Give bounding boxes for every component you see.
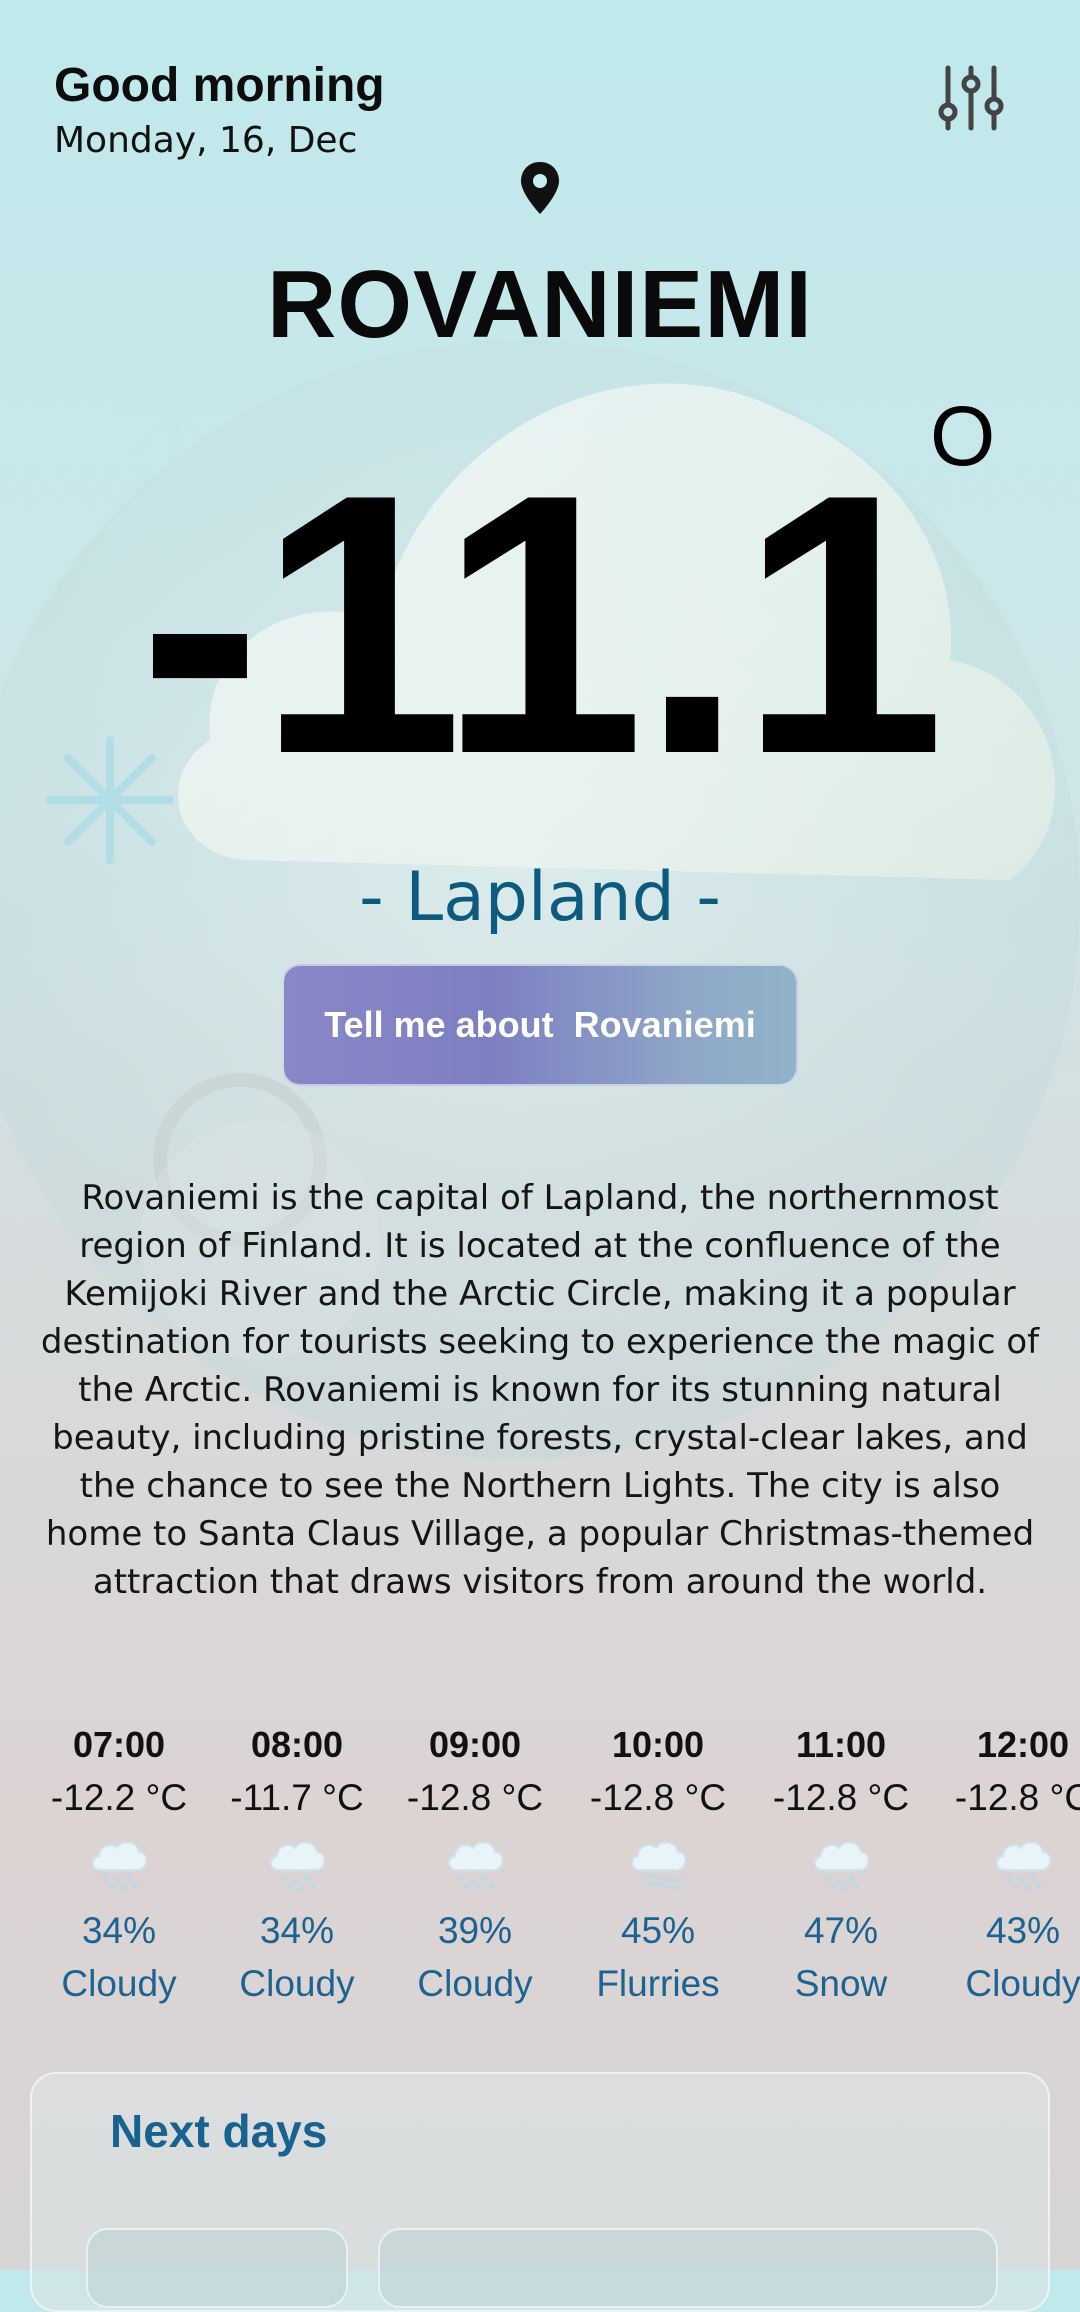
snow-cloud-icon xyxy=(390,1824,560,1904)
hour-time: 12:00 xyxy=(976,1724,1070,1765)
hour-precipitation: 34% xyxy=(81,1910,157,1951)
hourly-item[interactable]: 11:00 -12.8 °C 47% Snow xyxy=(756,1720,926,2010)
tell-me-about-label: Tell me about Rovaniemi xyxy=(324,1004,756,1045)
hour-temperature: -12.8 °C xyxy=(772,1777,910,1818)
hour-time: 11:00 xyxy=(795,1724,887,1765)
hour-time: 09:00 xyxy=(428,1724,522,1765)
settings-sliders-button[interactable] xyxy=(936,62,1006,134)
snow-cloud-icon xyxy=(34,1824,204,1904)
hour-precipitation: 47% xyxy=(803,1910,879,1951)
next-day-card[interactable] xyxy=(86,2228,348,2308)
hour-time: 08:00 xyxy=(250,1724,344,1765)
sliders-icon xyxy=(938,65,1004,131)
hour-precipitation: 34% xyxy=(259,1910,335,1951)
snow-cloud-icon xyxy=(756,1824,926,1904)
hourly-item[interactable]: 09:00 -12.8 °C 39% Cloudy xyxy=(390,1720,560,2010)
hour-temperature: -12.8 °C xyxy=(954,1777,1080,1818)
flurries-cloud-icon xyxy=(573,1824,743,1904)
city-name: ROVANIEMI xyxy=(267,251,813,358)
hour-condition: Snow xyxy=(794,1963,888,2004)
hourly-item[interactable]: 08:00 -11.7 °C 34% Cloudy xyxy=(212,1720,382,2010)
hour-condition: Cloudy xyxy=(239,1963,355,2004)
hourly-forecast-strip[interactable]: 07:00 -12.2 °C 34% Cloudy 08:00 -11.7 °C 34% Cl… xyxy=(0,1720,1080,2020)
hour-condition: Flurries xyxy=(596,1963,720,2004)
hour-precipitation: 43% xyxy=(985,1910,1061,1951)
hour-temperature: -12.2 °C xyxy=(50,1777,188,1818)
hour-temperature: -11.7 °C xyxy=(230,1777,364,1818)
hourly-item[interactable]: 12:00 -12.8 °C 43% Cloudy xyxy=(938,1720,1080,2010)
hour-time: 10:00 xyxy=(611,1724,705,1765)
tell-me-about-button[interactable]: Tell me about Rovaniemi xyxy=(282,964,798,1086)
hour-temperature: -12.8 °C xyxy=(406,1777,544,1818)
next-day-card[interactable] xyxy=(378,2228,998,2308)
hour-time: 07:00 xyxy=(72,1724,166,1765)
location-pin-icon xyxy=(518,160,562,216)
greeting-text: Good morning xyxy=(54,59,385,112)
hourly-item[interactable]: 07:00 -12.2 °C 34% Cloudy xyxy=(34,1720,204,2010)
snow-cloud-icon xyxy=(938,1824,1080,1904)
hour-precipitation: 45% xyxy=(620,1910,696,1951)
hour-temperature: -12.8 °C xyxy=(589,1777,727,1818)
hour-precipitation: 39% xyxy=(437,1910,513,1951)
current-date: Monday, 16, Dec xyxy=(54,120,358,161)
hourly-item[interactable]: 10:00 -12.8 °C 45% Flurries xyxy=(573,1720,743,2010)
snow-cloud-icon xyxy=(212,1824,382,1904)
hour-condition: Cloudy xyxy=(965,1963,1080,2004)
city-description: Rovaniemi is the capital of Lapland, the… xyxy=(40,1178,1040,1602)
hour-condition: Cloudy xyxy=(61,1963,177,2004)
current-temperature: -11.1 xyxy=(138,418,946,831)
region-name: - Lapland - xyxy=(359,858,721,937)
hour-condition: Cloudy xyxy=(417,1963,533,2004)
next-days-title: Next days xyxy=(110,2105,328,2157)
